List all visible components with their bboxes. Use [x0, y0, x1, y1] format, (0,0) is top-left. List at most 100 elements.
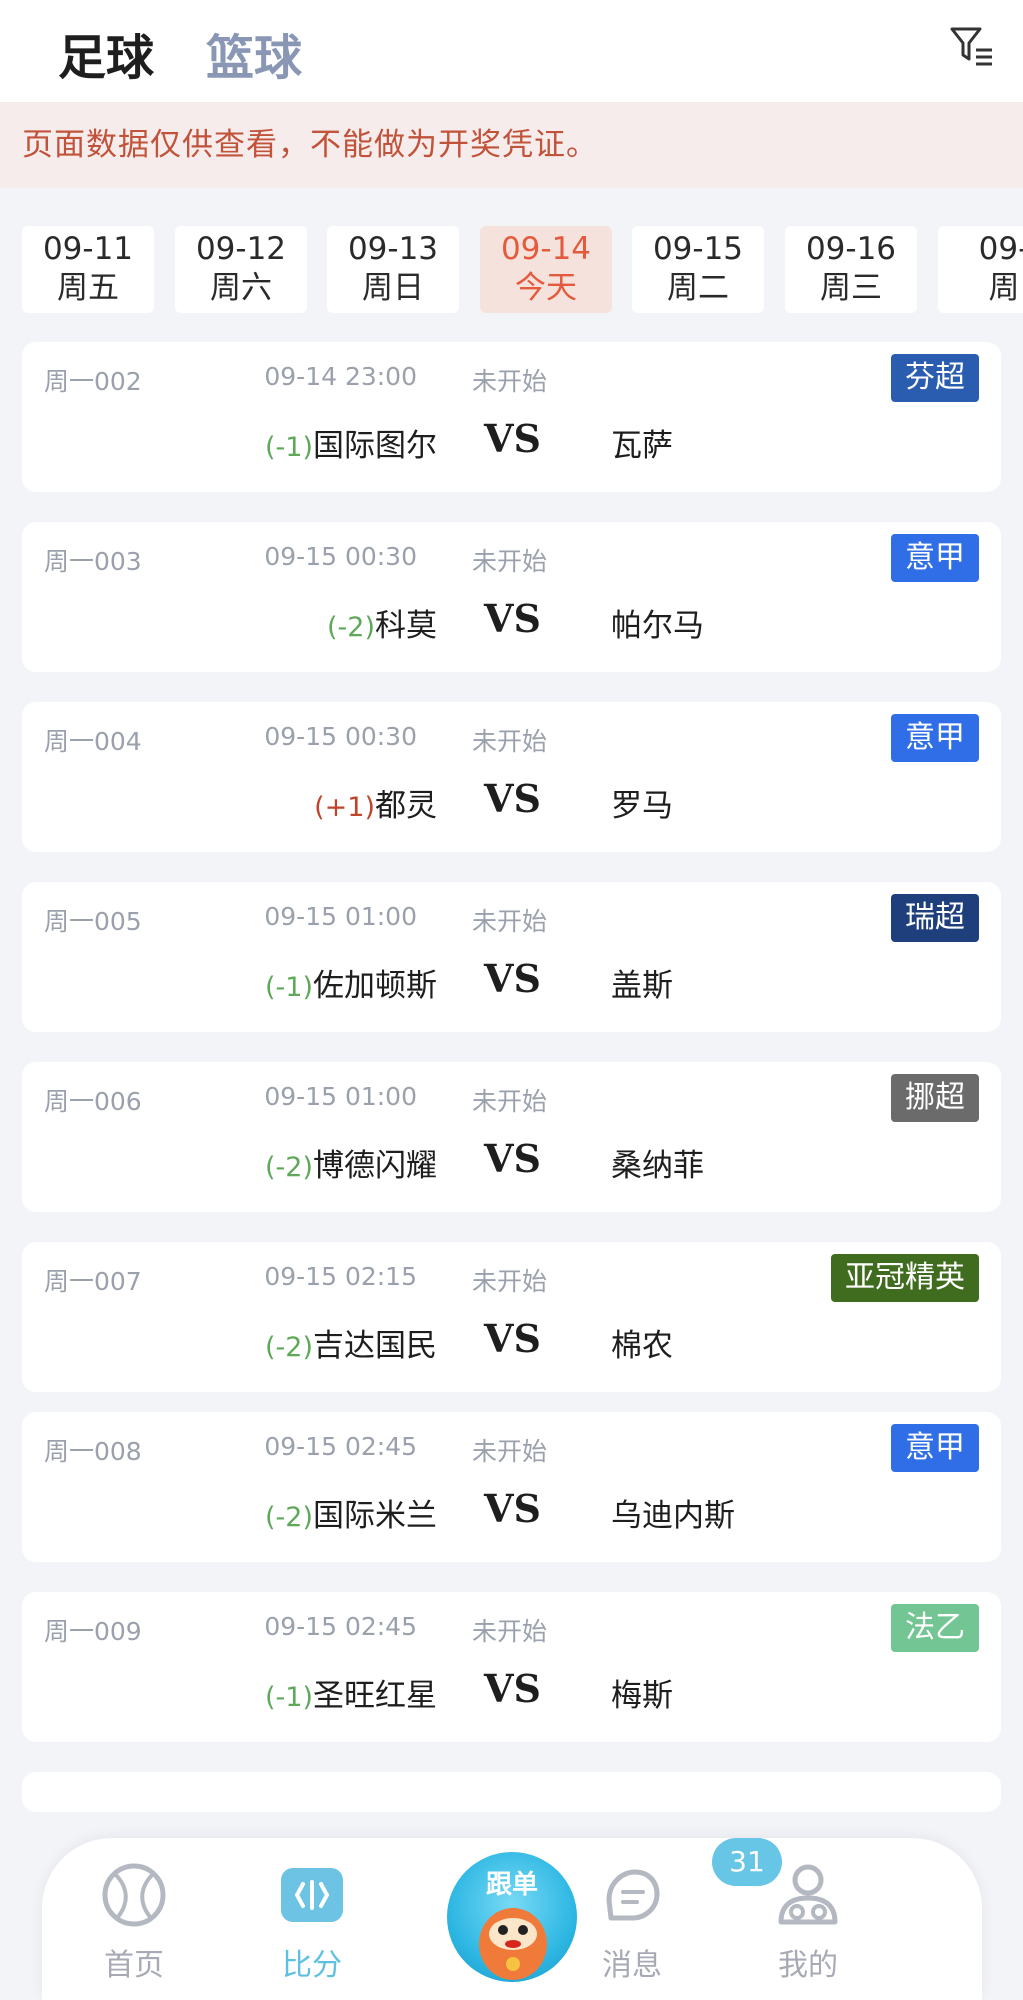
date-label: 09-14 [500, 231, 592, 267]
match-card[interactable]: 周一004 09-15 00:30 未开始 意甲 (+1)都灵 VS 罗马 [22, 702, 1001, 852]
match-status: 未开始 [472, 1267, 548, 1296]
filter-icon[interactable] [950, 26, 994, 66]
league-badge: 意甲 [891, 1424, 979, 1472]
home-team: (-2)科莫 [327, 600, 437, 645]
vs-label: VS [484, 776, 541, 821]
league-badge: 瑞超 [891, 894, 979, 942]
match-code: 周一003 [44, 547, 142, 576]
nav-label: 比分 [282, 1948, 342, 1983]
home-team-name: 圣旺红星 [313, 1678, 437, 1714]
handicap: (-2) [265, 1502, 313, 1533]
vs-label: VS [484, 416, 541, 461]
home-team-name: 科莫 [375, 608, 437, 644]
home-team-name: 都灵 [375, 788, 437, 824]
away-team: 瓦萨 [611, 428, 673, 464]
nav-label: 首页 [104, 1948, 164, 1983]
match-time: 09-15 00:30 [264, 542, 417, 571]
away-team: 棉农 [611, 1328, 673, 1364]
match-status: 未开始 [472, 367, 548, 396]
match-card[interactable]: 周一006 09-15 01:00 未开始 挪超 (-2)博德闪耀 VS 桑纳菲 [22, 1062, 1001, 1212]
disclaimer-notice: 页面数据仅供查看，不能做为开奖凭证。 [0, 102, 1023, 188]
home-team-name: 国际图尔 [313, 428, 437, 464]
match-status: 未开始 [472, 1437, 548, 1466]
date-item[interactable]: 09-15 周二 [632, 226, 764, 313]
vs-label: VS [484, 1316, 541, 1361]
match-code: 周一006 [44, 1087, 142, 1116]
away-team: 帕尔马 [611, 608, 704, 644]
away-team: 梅斯 [611, 1678, 673, 1714]
handicap: (-2) [327, 612, 375, 643]
match-card[interactable]: 周一007 09-15 02:15 未开始 亚冠精英 (-2)吉达国民 VS 棉… [22, 1242, 1001, 1392]
nav-follow-mascot[interactable]: 跟单 [447, 1852, 577, 1982]
match-status: 未开始 [472, 727, 548, 756]
date-item[interactable]: 09-16 周三 [785, 226, 917, 313]
date-item[interactable]: 09-13 周日 [327, 226, 459, 313]
match-time: 09-15 02:45 [264, 1612, 417, 1641]
weekday-label: 周三 [820, 270, 882, 306]
weekday-label: 周日 [362, 270, 424, 306]
league-badge: 意甲 [891, 534, 979, 582]
nav-mine[interactable]: 我的 [748, 1860, 868, 1984]
bottom-nav: 首页 比分 跟单 消息 31 我的 [42, 1838, 982, 2000]
match-code: 周一002 [44, 367, 142, 396]
vs-label: VS [484, 1486, 541, 1531]
match-status: 未开始 [472, 1087, 548, 1116]
weekday-label: 周二 [667, 270, 729, 306]
handicap: (-1) [265, 432, 313, 463]
tab-basketball[interactable]: 篮球 [206, 18, 302, 88]
home-team: (-2)吉达国民 [265, 1320, 437, 1365]
match-time: 09-14 23:00 [264, 362, 417, 391]
match-card[interactable]: 周一002 09-14 23:00 未开始 芬超 (-1)国际图尔 VS 瓦萨 [22, 342, 1001, 492]
vs-label: VS [484, 1666, 541, 1711]
date-item[interactable]: 09-11 周五 [22, 226, 154, 313]
league-badge: 亚冠精英 [831, 1254, 979, 1302]
home-team-name: 国际米兰 [313, 1498, 437, 1534]
home-team: (-2)博德闪耀 [265, 1140, 437, 1185]
match-card[interactable]: 周一009 09-15 02:45 未开始 法乙 (-1)圣旺红星 VS 梅斯 [22, 1592, 1001, 1742]
match-card[interactable]: 周一005 09-15 01:00 未开始 瑞超 (-1)佐加顿斯 VS 盖斯 [22, 882, 1001, 1032]
date-item-today[interactable]: 09-14 今天 [480, 226, 612, 313]
home-team-name: 吉达国民 [313, 1328, 437, 1364]
league-badge: 挪超 [891, 1074, 979, 1122]
nav-messages[interactable]: 消息 [572, 1860, 692, 1984]
score-icon [281, 1868, 343, 1922]
handicap: (-2) [265, 1152, 313, 1183]
away-team: 乌迪内斯 [611, 1498, 735, 1534]
match-code: 周一005 [44, 907, 142, 936]
handicap: (+1) [314, 792, 375, 823]
home-team: (-1)圣旺红星 [265, 1670, 437, 1715]
date-selector: 09-11 周五 09-12 周六 09-13 周日 09-14 今天 09-1… [0, 188, 1023, 330]
nav-score[interactable]: 比分 [252, 1860, 372, 1984]
date-item[interactable]: 09-12 周六 [175, 226, 307, 313]
date-item[interactable]: 09- 周 [938, 226, 1023, 313]
vs-label: VS [484, 596, 541, 641]
home-team: (-1)国际图尔 [265, 420, 437, 465]
nav-home[interactable]: 首页 [74, 1860, 194, 1984]
vs-label: VS [484, 956, 541, 1001]
date-label: 09-15 [652, 231, 744, 267]
mascot-icon [479, 1908, 547, 1980]
match-time: 09-15 02:45 [264, 1432, 417, 1461]
nav-label: 消息 [602, 1948, 662, 1983]
top-header: 足球 篮球 [0, 0, 1023, 102]
match-time: 09-15 00:30 [264, 722, 417, 751]
nav-label: 我的 [778, 1948, 838, 1983]
home-team: (-1)佐加顿斯 [265, 960, 437, 1005]
match-card[interactable]: 周一003 09-15 00:30 未开始 意甲 (-2)科莫 VS 帕尔马 [22, 522, 1001, 672]
league-badge: 芬超 [891, 354, 979, 402]
weekday-label: 周 [988, 270, 1020, 306]
match-card-partial[interactable] [22, 1772, 1001, 1812]
match-time: 09-15 01:00 [264, 902, 417, 931]
match-status: 未开始 [472, 1617, 548, 1646]
vs-label: VS [484, 1136, 541, 1181]
handicap: (-1) [265, 972, 313, 1003]
away-team: 桑纳菲 [611, 1148, 704, 1184]
football-icon [102, 1863, 166, 1927]
date-label: 09- [978, 231, 1023, 267]
date-label: 09-13 [347, 231, 439, 267]
match-code: 周一007 [44, 1267, 142, 1296]
home-team: (+1)都灵 [314, 780, 437, 825]
match-card[interactable]: 周一008 09-15 02:45 未开始 意甲 (-2)国际米兰 VS 乌迪内… [22, 1412, 1001, 1562]
match-code: 周一009 [44, 1617, 142, 1646]
tab-football[interactable]: 足球 [58, 18, 154, 88]
